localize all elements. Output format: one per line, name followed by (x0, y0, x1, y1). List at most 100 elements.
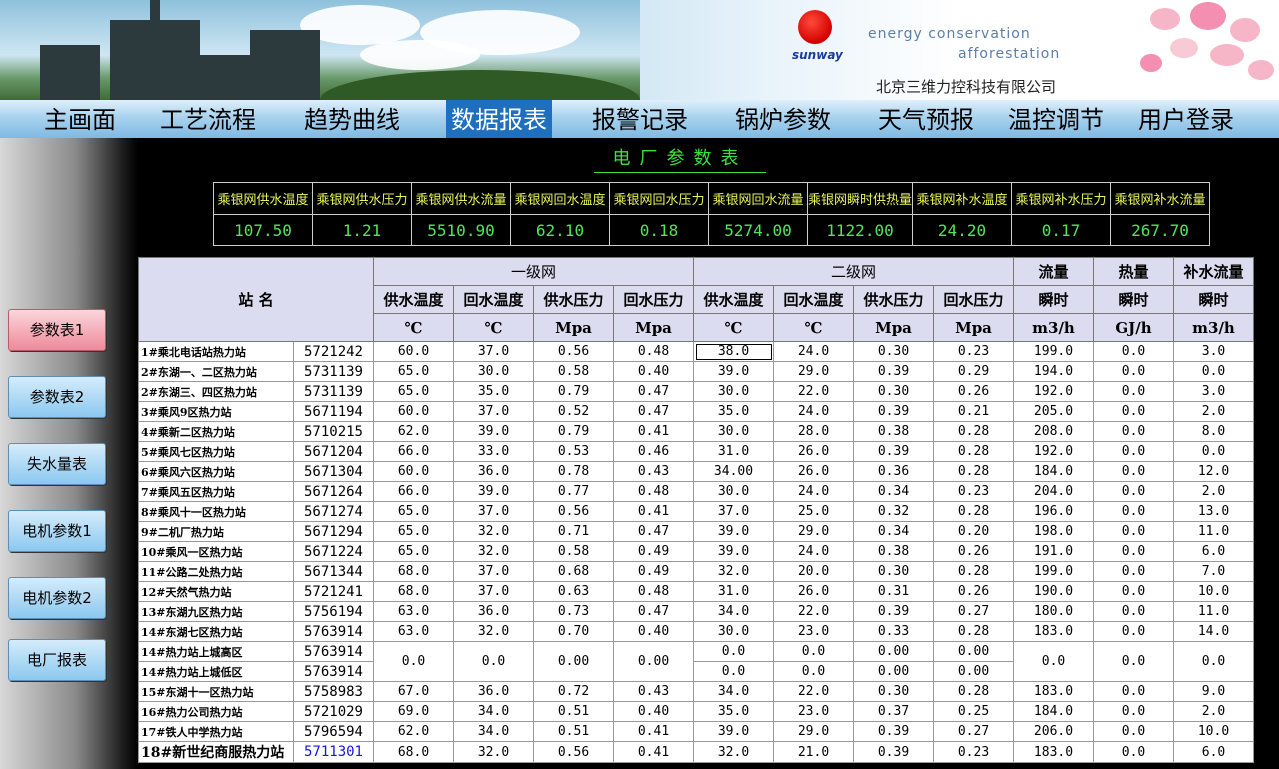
value-cell: 60.0 (373, 461, 454, 482)
water-loss-table-button[interactable]: 失水量表 (8, 443, 106, 485)
value-cell: 34.0 (693, 681, 774, 702)
unit-header: ℃ (693, 313, 774, 342)
value-cell: 0.27 (933, 721, 1014, 742)
value-cell: 0.38 (853, 421, 934, 442)
station-code-cell: 5671294 (293, 521, 374, 542)
nav-user-login[interactable]: 用户登录 (1130, 100, 1242, 138)
value-cell: 0.0 (1093, 601, 1174, 622)
value-cell: 34.0 (453, 701, 534, 722)
value-cell: 0.0 (1093, 561, 1174, 582)
sub-header: 供水温度 (373, 285, 454, 314)
value-cell: 32.0 (453, 741, 534, 763)
value-cell: 0.28 (933, 621, 1014, 642)
value-cell: 0.26 (933, 581, 1014, 602)
table-row: 14#热力站上城高区 5763914 0.0 0.0 0.00 0.00 0.0 0.0 0.0… (138, 641, 1254, 682)
value-cell: 14.0 (1173, 621, 1254, 642)
table-row: 10#乘风一区热力站 5671224 65.0 32.0 0.58 0.49 39.0 24.… (138, 541, 1254, 562)
value-cell: 0.51 (533, 701, 614, 722)
value-cell: 35.0 (453, 381, 534, 402)
value-cell: 60.0 (373, 401, 454, 422)
value-cell: 66.0 (373, 481, 454, 502)
table-row: 17#铁人中学热力站 5796594 62.0 34.0 0.51 0.41 39.0 29.… (138, 721, 1254, 742)
nav-boiler-params[interactable]: 锅炉参数 (727, 100, 839, 138)
value-cell: 29.0 (773, 361, 854, 382)
value-cell: 32.0 (693, 741, 774, 763)
nav-home[interactable]: 主画面 (30, 100, 130, 138)
nav-temp-control[interactable]: 温控调节 (1000, 100, 1112, 138)
sub-header: 回水温度 (453, 285, 534, 314)
value-cell: 0.25 (933, 701, 1014, 722)
table-row: 15#东湖十一区热力站 5758983 67.0 36.0 0.72 0.43 34.0 22… (138, 681, 1254, 702)
station-name-cell: 10#乘风一区热力站 (138, 541, 294, 562)
nav-weather[interactable]: 天气预报 (870, 100, 982, 138)
sub-header: 瞬时 (1173, 285, 1254, 314)
motor-params-2-button[interactable]: 电机参数2 (8, 577, 106, 619)
power-plant-report-button[interactable]: 电厂报表 (8, 639, 106, 681)
value-cell: 65.0 (373, 521, 454, 542)
logo-text: sunway (792, 48, 843, 62)
station-code-cell: 5671274 (293, 501, 374, 522)
value-cell: 26.0 (773, 581, 854, 602)
unit-header: GJ/h (1093, 313, 1174, 342)
param-table-2-button[interactable]: 参数表2 (8, 376, 106, 418)
station-code-cell: 5721241 (293, 581, 374, 602)
value-cell: 0.0 (693, 661, 774, 682)
value-cell: 0.0 (1173, 641, 1254, 682)
value-cell: 12.0 (1173, 461, 1254, 482)
nav-data-report[interactable]: 数据报表 (446, 100, 552, 138)
value-cell: 0.40 (613, 621, 694, 642)
value-cell: 0.33 (853, 621, 934, 642)
value-cell: 0.38 (853, 541, 934, 562)
table-row: 16#热力公司热力站 5721029 69.0 34.0 0.51 0.40 35.0 23.… (138, 701, 1254, 722)
nav-process-flow[interactable]: 工艺流程 (152, 100, 264, 138)
value-cell: 0.78 (533, 461, 614, 482)
value-cell: 0.23 (933, 481, 1014, 502)
value-cell: 0.28 (933, 461, 1014, 482)
value-cell: 65.0 (373, 501, 454, 522)
value-cell: 34.00 (693, 461, 774, 482)
unit-header: ℃ (373, 313, 454, 342)
value-cell: 183.0 (1013, 681, 1094, 702)
value-cell: 24.0 (773, 481, 854, 502)
value-cell: 0.72 (533, 681, 614, 702)
value-cell: 30.0 (693, 621, 774, 642)
summary-header: 乘银网回水温度 (510, 182, 610, 215)
value-cell: 30.0 (693, 421, 774, 442)
summary-value: 0.18 (609, 214, 709, 246)
nav-trend-curve[interactable]: 趋势曲线 (296, 100, 408, 138)
value-cell: 0.20 (933, 521, 1014, 542)
nav-alarm-log[interactable]: 报警记录 (584, 100, 696, 138)
value-cell: 183.0 (1013, 741, 1094, 763)
summary-header: 乘银网补水温度 (912, 182, 1013, 215)
value-cell: 0.48 (613, 581, 694, 602)
value-cell: 0.31 (853, 581, 934, 602)
param-table-1-button[interactable]: 参数表1 (8, 309, 106, 351)
value-cell: 0.39 (853, 441, 934, 462)
value-cell: 0.58 (533, 361, 614, 382)
value-cell: 0.30 (853, 381, 934, 402)
value-cell: 10.0 (1173, 581, 1254, 602)
slogan-line1: energy conservation (868, 26, 1031, 42)
station-code-cell: 5721242 (293, 341, 374, 362)
summary-value: 5510.90 (411, 214, 511, 246)
value-cell: 0.23 (933, 341, 1014, 362)
motor-params-1-button[interactable]: 电机参数1 (8, 510, 106, 552)
summary-value: 107.50 (213, 214, 313, 246)
value-cell: 180.0 (1013, 601, 1094, 622)
value-cell: 29.0 (773, 521, 854, 542)
value-cell: 26.0 (773, 461, 854, 482)
station-code-cell: 5671194 (293, 401, 374, 422)
value-cell: 192.0 (1013, 441, 1094, 462)
value-cell: 23.0 (773, 621, 854, 642)
company-logo (798, 10, 832, 44)
header-banner: sunway energy conservation afforestation… (0, 0, 1279, 100)
value-cell: 0.40 (613, 361, 694, 382)
unit-header: ℃ (453, 313, 534, 342)
value-cell: 0.27 (933, 601, 1014, 622)
station-name-cell: 4#乘新二区热力站 (138, 421, 294, 442)
summary-header: 乘银网瞬时供热量 (806, 182, 914, 215)
summary-value: 1.21 (312, 214, 412, 246)
station-name-cell: 5#乘风七区热力站 (138, 441, 294, 462)
table-row: 8#乘风十一区热力站 5671274 65.0 37.0 0.56 0.41 37.0 25.… (138, 501, 1254, 522)
station-name-cell: 8#乘风十一区热力站 (138, 501, 294, 522)
